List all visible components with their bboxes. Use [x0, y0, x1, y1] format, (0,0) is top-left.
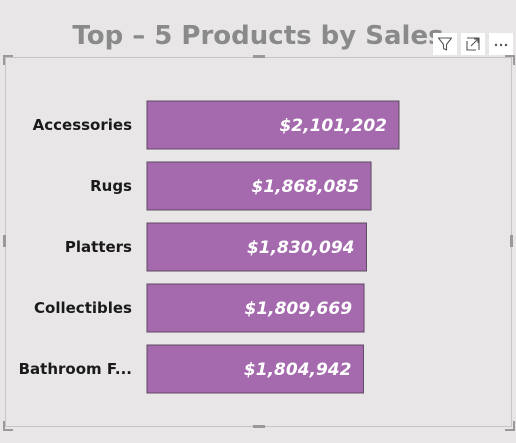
data-label: $1,830,094	[247, 238, 355, 258]
category-label: Platters	[65, 238, 132, 256]
bar-chart: Accessories $2,101,202 Rugs $1,868,085 Platt…	[19, 100, 400, 394]
data-label: $1,804,942	[244, 360, 352, 380]
data-label: $2,101,202	[279, 116, 387, 136]
category-label: Collectibles	[34, 299, 132, 317]
category-label: Rugs	[90, 177, 132, 195]
data-label: $1,868,085	[251, 177, 359, 197]
category-label: Accessories	[33, 116, 132, 134]
data-label: $1,809,669	[244, 299, 352, 319]
category-label: Bathroom F...	[19, 360, 132, 378]
